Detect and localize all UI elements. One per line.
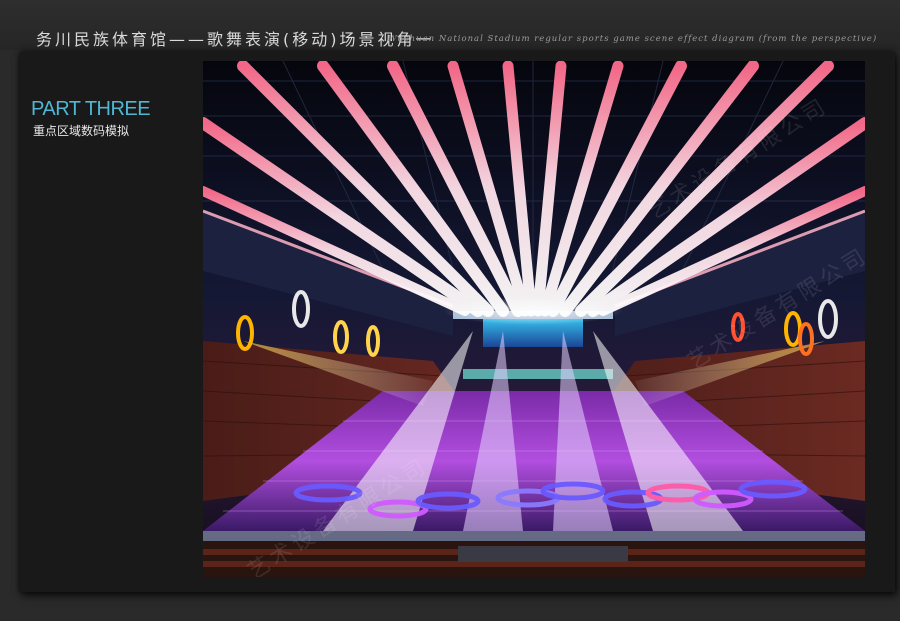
page-title: 务川民族体育馆——歌舞表演(移动)场景视角一 [36,30,435,49]
page-title-english: Wuchuan National Stadium regular sports … [388,34,878,44]
section-subtitle: 重点区域数码模拟 [33,124,130,138]
stadium-render-image: 艺术设备有限公司 艺术设备有限公司 艺术设备有限公司 [203,61,865,577]
top-bar: 务川民族体育馆——歌舞表演(移动)场景视角一 Wuchuan National … [0,0,900,50]
stadium-illustration [203,61,865,577]
section-title: PART THREE [31,98,151,120]
